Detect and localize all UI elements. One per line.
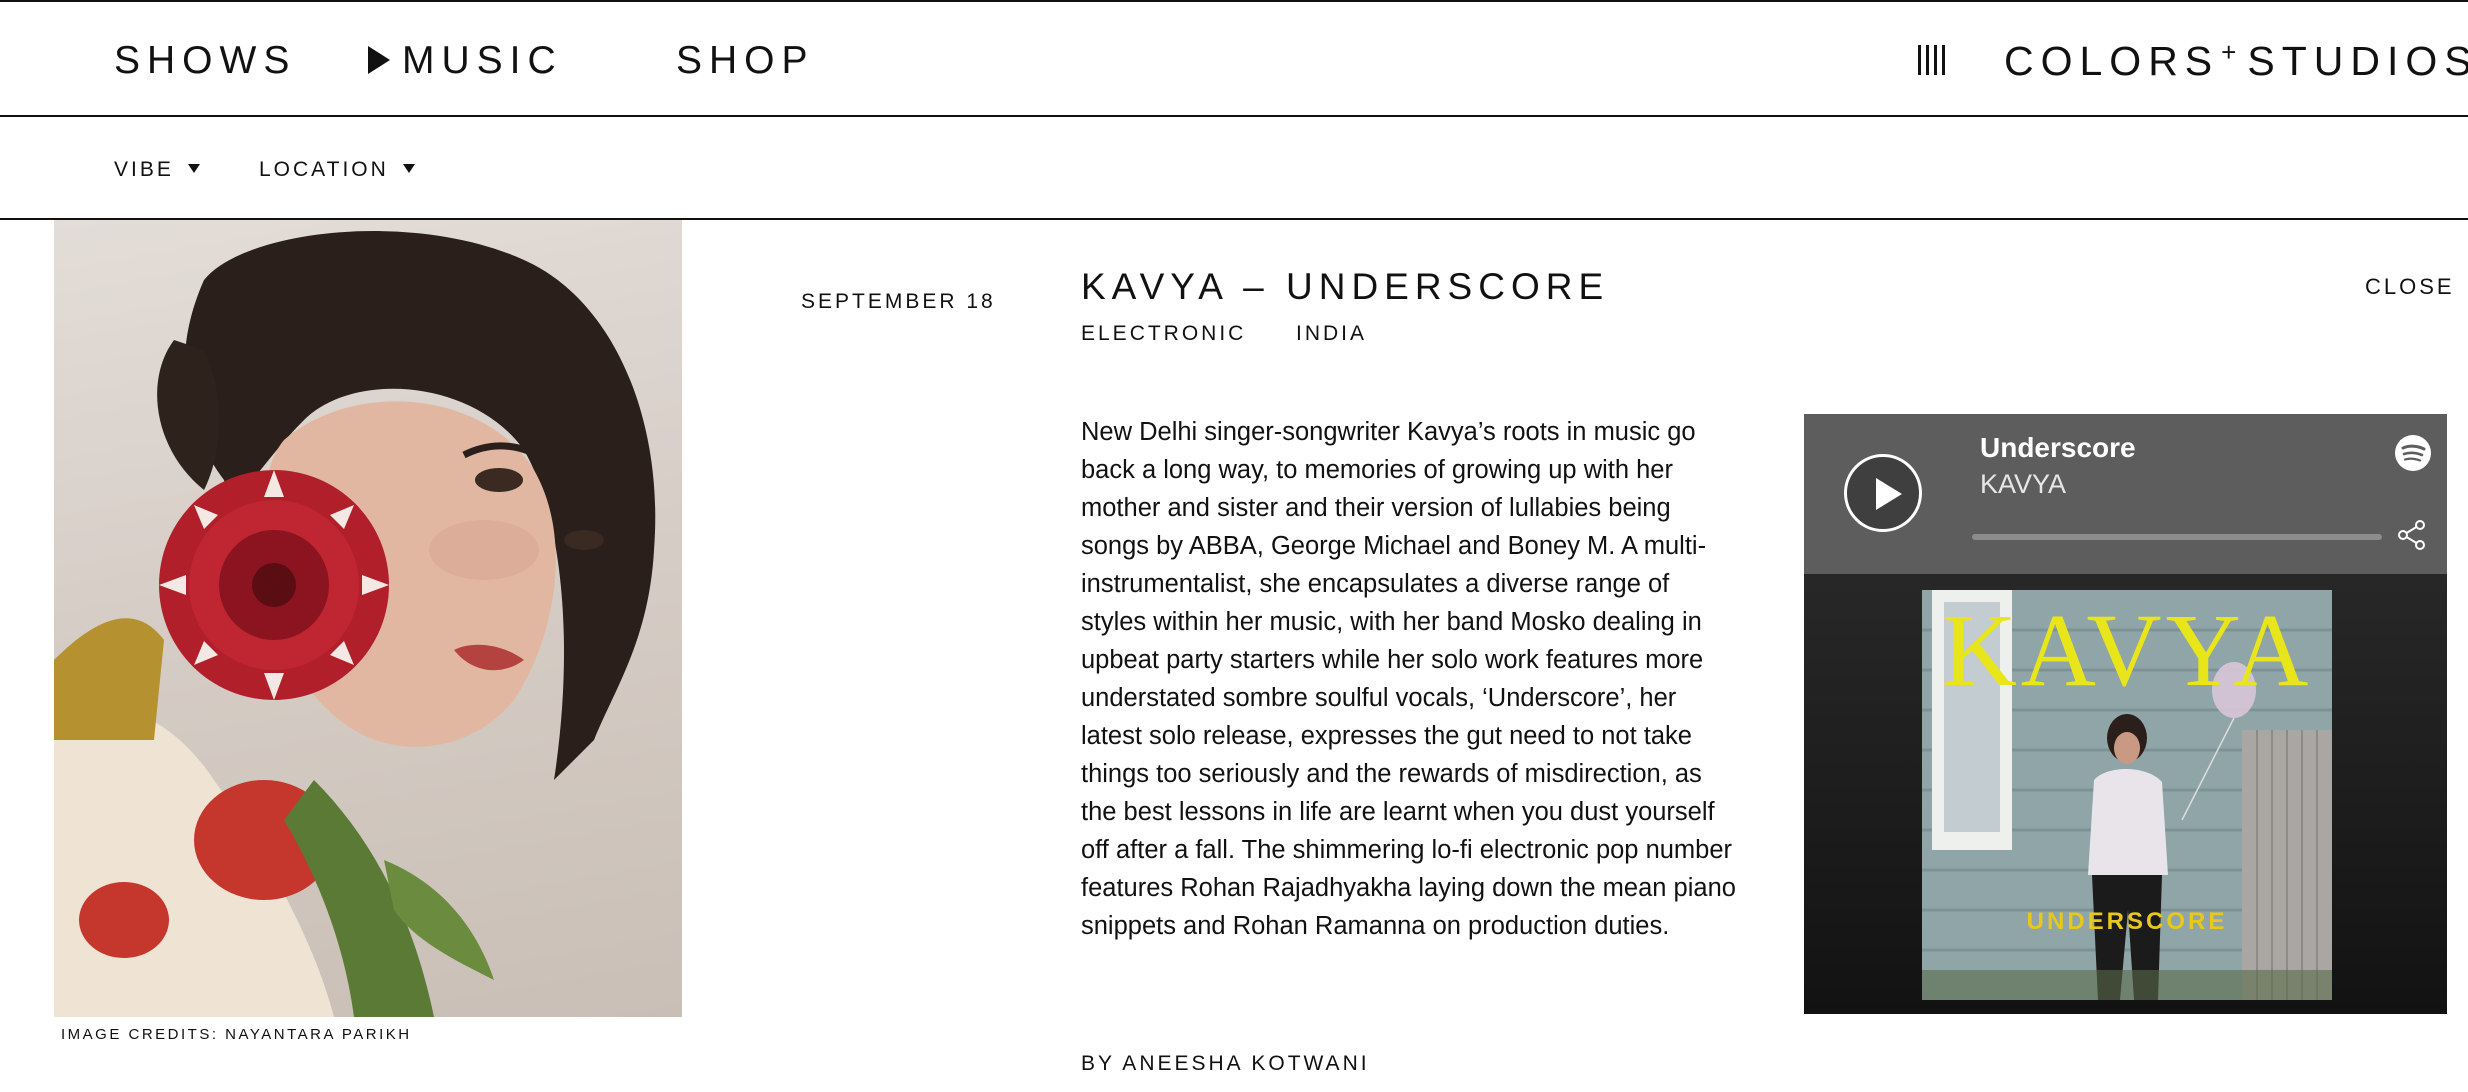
filter-bar: VIBE LOCATION bbox=[0, 117, 2468, 220]
spotify-player: Underscore KAVYA KAVYA UNDERSCORE bbox=[1804, 414, 2447, 1014]
chevron-down-icon bbox=[402, 164, 415, 173]
track-title[interactable]: Underscore bbox=[1980, 432, 2136, 464]
location-label: LOCATION bbox=[259, 158, 389, 181]
location-dropdown[interactable]: LOCATION bbox=[259, 157, 415, 183]
spotify-icon[interactable] bbox=[2394, 434, 2432, 472]
release-date: SEPTEMBER 18 bbox=[801, 290, 996, 313]
artist-photo bbox=[54, 220, 682, 1017]
play-icon bbox=[1876, 478, 1902, 510]
byline: BY ANEESHA KOTWANI bbox=[1081, 1052, 1370, 1075]
nav-music[interactable]: MUSIC bbox=[368, 38, 563, 84]
progress-bar[interactable] bbox=[1972, 534, 2382, 540]
page-title: KAVYA – UNDERSCORE bbox=[1081, 266, 1610, 307]
brand-separator: + bbox=[2221, 37, 2244, 67]
cover-title: KAVYA bbox=[1941, 593, 2313, 708]
brand-name-left: COLORS bbox=[2004, 38, 2220, 84]
location-tag[interactable]: INDIA bbox=[1296, 322, 1367, 346]
top-navigation: SHOWS MUSIC SHOP COLORS+STUDIOS bbox=[0, 0, 2468, 117]
album-cover[interactable]: KAVYA UNDERSCORE bbox=[1922, 590, 2332, 1000]
vibe-label: VIBE bbox=[114, 158, 174, 181]
article-body: New Delhi singer-songwriter Kavya’s root… bbox=[1081, 418, 1736, 940]
cover-subtitle: UNDERSCORE bbox=[2026, 908, 2228, 935]
chevron-down-icon bbox=[187, 164, 200, 173]
play-icon bbox=[368, 45, 390, 74]
nav-shop[interactable]: SHOP bbox=[676, 38, 815, 84]
brand-name-right: STUDIOS bbox=[2247, 38, 2468, 84]
barcode-menu-icon[interactable] bbox=[1918, 45, 1948, 75]
genre-tag[interactable]: ELECTRONIC bbox=[1081, 322, 1246, 346]
close-button[interactable]: CLOSE bbox=[2365, 274, 2455, 300]
brand-logo[interactable]: COLORS+STUDIOS bbox=[2004, 37, 2468, 89]
nav-shows[interactable]: SHOWS bbox=[114, 38, 296, 84]
share-icon[interactable] bbox=[2396, 519, 2428, 551]
image-credits: IMAGE CREDITS: NAYANTARA PARIKH bbox=[61, 1026, 412, 1043]
track-artist[interactable]: KAVYA bbox=[1980, 469, 2066, 500]
nav-music-label: MUSIC bbox=[402, 39, 563, 82]
play-button[interactable] bbox=[1844, 454, 1922, 532]
vibe-dropdown[interactable]: VIBE bbox=[114, 157, 200, 183]
player-header: Underscore KAVYA bbox=[1804, 414, 2447, 574]
